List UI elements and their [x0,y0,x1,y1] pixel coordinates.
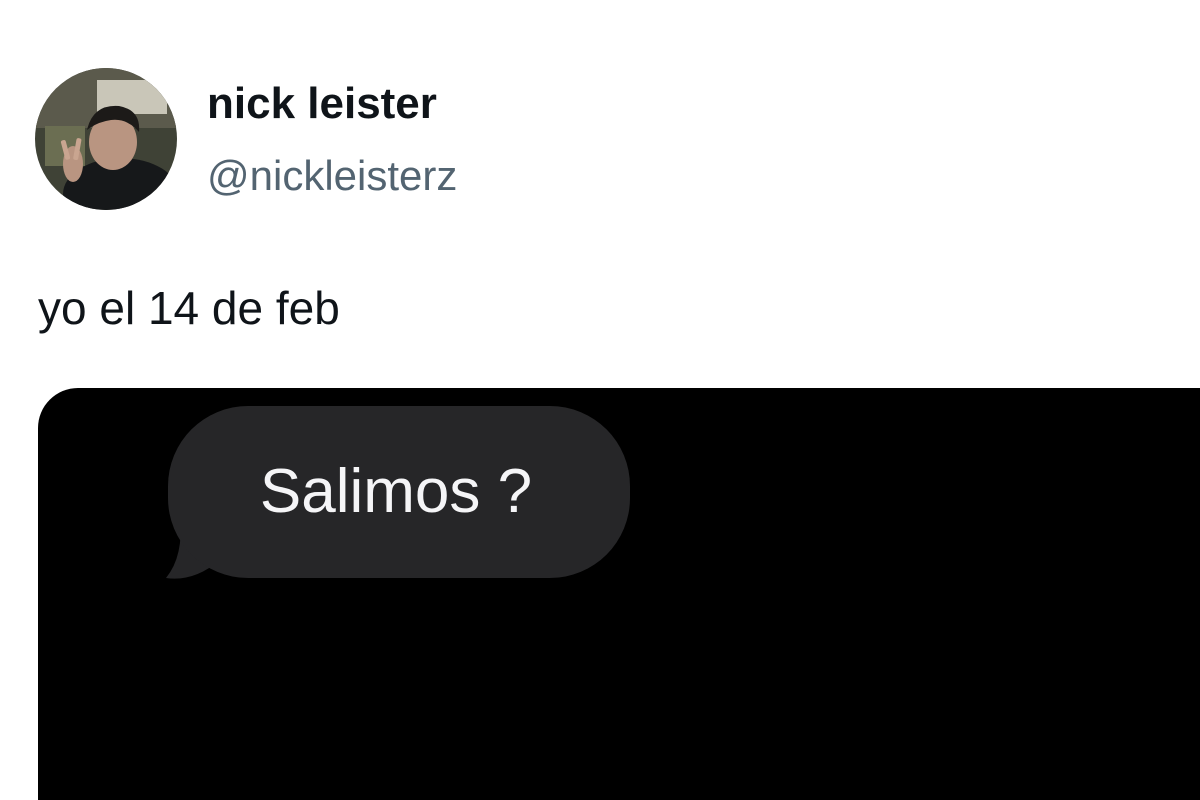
author-handle[interactable]: @nickleisterz [207,150,457,202]
message-bubble: Salimos ? [98,396,658,596]
author-display-name[interactable]: nick leister [207,78,437,130]
tweet-card: nick leister @nickleisterz yo el 14 de f… [0,0,1200,800]
avatar-photo [35,68,177,210]
message-text: Salimos ? [259,457,533,526]
tweet-media-image[interactable]: Salimos ? [38,388,1200,800]
tweet-text: yo el 14 de feb [38,282,340,334]
message-bubble-body: Salimos ? [168,406,630,578]
avatar[interactable] [35,68,177,210]
